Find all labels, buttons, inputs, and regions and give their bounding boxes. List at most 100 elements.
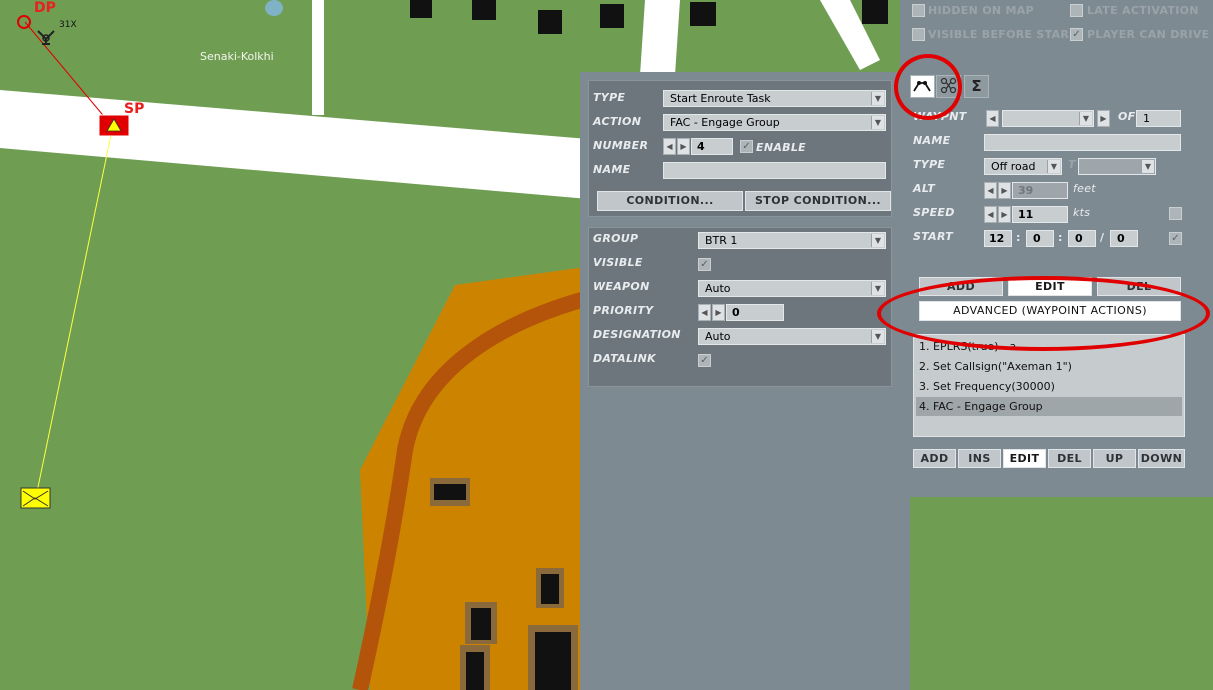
- action-add-button[interactable]: ADD: [913, 449, 956, 468]
- chevron-left-icon[interactable]: ◀: [698, 304, 711, 321]
- weapon-label: WEAPON: [593, 280, 650, 293]
- visible-label: VISIBLE: [593, 256, 643, 269]
- waypoint-dropdown[interactable]: ▼: [1002, 110, 1094, 127]
- advanced-waypoint-actions-button[interactable]: ADVANCED (WAYPOINT ACTIONS): [919, 301, 1181, 321]
- condition-button[interactable]: CONDITION...: [597, 191, 743, 211]
- visible-checkbox[interactable]: ✓: [698, 258, 711, 271]
- task-editor-panel: TYPE Start Enroute Task ▼ ACTION FAC - En…: [580, 72, 910, 690]
- group-dropdown[interactable]: BTR 1 ▼: [698, 232, 886, 249]
- start-seconds[interactable]: 0: [1068, 230, 1096, 247]
- chevron-right-icon[interactable]: ▶: [998, 206, 1011, 223]
- waypoint-label: WAYPNT: [913, 110, 967, 123]
- map-road-horizontal: [0, 90, 600, 200]
- chevron-right-icon[interactable]: ▶: [712, 304, 725, 321]
- of-label: OF: [1118, 110, 1136, 123]
- task-number-label: NUMBER: [593, 139, 649, 152]
- waypoint-add-button[interactable]: ADD: [919, 277, 1003, 296]
- start-days[interactable]: 0: [1110, 230, 1138, 247]
- waypoint-formation-dropdown[interactable]: ▼: [1078, 158, 1156, 175]
- map-building: [538, 10, 562, 34]
- task-type-dropdown[interactable]: Start Enroute Task ▼: [663, 90, 886, 107]
- late-activation-checkbox[interactable]: [1070, 4, 1083, 17]
- map-building: [535, 632, 571, 690]
- tab-route[interactable]: [910, 75, 935, 98]
- waypoint-del-button[interactable]: DEL: [1097, 277, 1181, 296]
- time-separator: :: [1058, 231, 1063, 244]
- player-can-drive-checkbox[interactable]: ✓: [1070, 28, 1083, 41]
- task-name-input[interactable]: [663, 162, 886, 179]
- action-edit-button[interactable]: EDIT: [1003, 449, 1046, 468]
- task-number-value[interactable]: 4: [691, 138, 733, 155]
- waypoint-actions-list[interactable]: 1. EPLRS(true) - a 2. Set Callsign("Axem…: [913, 334, 1185, 437]
- map-building: [541, 574, 559, 604]
- start-minutes[interactable]: 0: [1026, 230, 1054, 247]
- route-path-icon: [913, 81, 931, 92]
- chevron-down-icon: ▼: [871, 282, 884, 295]
- player-can-drive-label: PLAYER CAN DRIVE: [1087, 28, 1210, 41]
- waypoint-type2-label: T: [1068, 158, 1076, 171]
- list-item-selected[interactable]: 4. FAC - Engage Group: [916, 397, 1182, 416]
- chevron-down-icon: ▼: [871, 92, 884, 105]
- map-road-vertical-2: [640, 0, 680, 75]
- hidden-on-map-checkbox[interactable]: [912, 4, 925, 17]
- tab-waypoints[interactable]: [936, 75, 961, 98]
- task-action-dropdown[interactable]: FAC - Engage Group ▼: [663, 114, 886, 131]
- waypoint-type-dropdown[interactable]: Off road ▼: [984, 158, 1062, 175]
- designation-dropdown[interactable]: Auto ▼: [698, 328, 886, 345]
- time-separator: :: [1016, 231, 1021, 244]
- weapon-dropdown[interactable]: Auto ▼: [698, 280, 886, 297]
- dp-label: DP: [34, 0, 56, 16]
- alt-unit: feet: [1073, 182, 1096, 195]
- list-item[interactable]: 1. EPLRS(true) - a: [916, 337, 1182, 356]
- map-building: [600, 4, 624, 28]
- town-label: Senaki-Kolkhi: [200, 50, 274, 63]
- alt-stepper[interactable]: ◀ ▶ 39: [984, 182, 1068, 199]
- task-name-label: NAME: [593, 163, 631, 176]
- tab-summary[interactable]: Σ: [964, 75, 989, 98]
- waypoint-name-label: NAME: [913, 134, 951, 147]
- action-insert-button[interactable]: INS: [958, 449, 1001, 468]
- route-line-yellow: [36, 129, 113, 493]
- alt-value[interactable]: 39: [1012, 182, 1068, 199]
- task-number-stepper[interactable]: ◀ ▶ 4: [663, 138, 733, 155]
- map-building: [410, 0, 432, 18]
- chevron-right-icon[interactable]: ▶: [677, 138, 690, 155]
- list-item[interactable]: 3. Set Frequency(30000): [916, 377, 1182, 396]
- list-item[interactable]: 2. Set Callsign("Axeman 1"): [916, 357, 1182, 376]
- waypoint-type-label: TYPE: [913, 158, 946, 171]
- time-separator: /: [1100, 231, 1105, 244]
- map-building: [862, 0, 888, 24]
- chevron-down-icon: ▼: [871, 330, 884, 343]
- action-delete-button[interactable]: DEL: [1048, 449, 1091, 468]
- datalink-checkbox[interactable]: ✓: [698, 354, 711, 367]
- priority-value[interactable]: 0: [726, 304, 784, 321]
- waypoint-edit-button[interactable]: EDIT: [1008, 277, 1092, 296]
- map-building: [690, 2, 716, 26]
- action-up-button[interactable]: UP: [1093, 449, 1136, 468]
- waypoint-name-input[interactable]: [984, 134, 1181, 151]
- speed-lock-checkbox[interactable]: [1169, 207, 1182, 220]
- stop-condition-button[interactable]: STOP CONDITION...: [745, 191, 891, 211]
- chevron-left-icon[interactable]: ◀: [984, 206, 997, 223]
- waypoints-network-icon: [940, 77, 957, 94]
- waypoint-count: 1: [1136, 110, 1181, 127]
- priority-stepper[interactable]: ◀ ▶ 0: [698, 304, 784, 321]
- chevron-right-icon[interactable]: ▶: [998, 182, 1011, 199]
- speed-value[interactable]: 11: [1012, 206, 1068, 223]
- chevron-left-icon[interactable]: ◀: [663, 138, 676, 155]
- waypoint-prev-button[interactable]: ◀: [986, 110, 999, 127]
- route-panel: Σ WAYPNT ◀ ▼ ▶ OF 1 NAME TYPE Off road ▼ …: [908, 72, 1213, 497]
- task-properties-box: TYPE Start Enroute Task ▼ ACTION FAC - En…: [588, 80, 892, 217]
- action-down-button[interactable]: DOWN: [1138, 449, 1185, 468]
- task-enable-checkbox[interactable]: ✓: [740, 140, 753, 153]
- start-time-checkbox[interactable]: ✓: [1169, 232, 1182, 245]
- waypoint-next-button[interactable]: ▶: [1097, 110, 1110, 127]
- map-pond: [265, 0, 283, 16]
- visible-before-start-checkbox[interactable]: [912, 28, 925, 41]
- speed-stepper[interactable]: ◀ ▶ 11: [984, 206, 1068, 223]
- designation-label: DESIGNATION: [593, 328, 681, 341]
- chevron-left-icon[interactable]: ◀: [984, 182, 997, 199]
- start-hours[interactable]: 12: [984, 230, 1012, 247]
- map-building: [466, 652, 484, 690]
- task-type-label: TYPE: [593, 91, 626, 104]
